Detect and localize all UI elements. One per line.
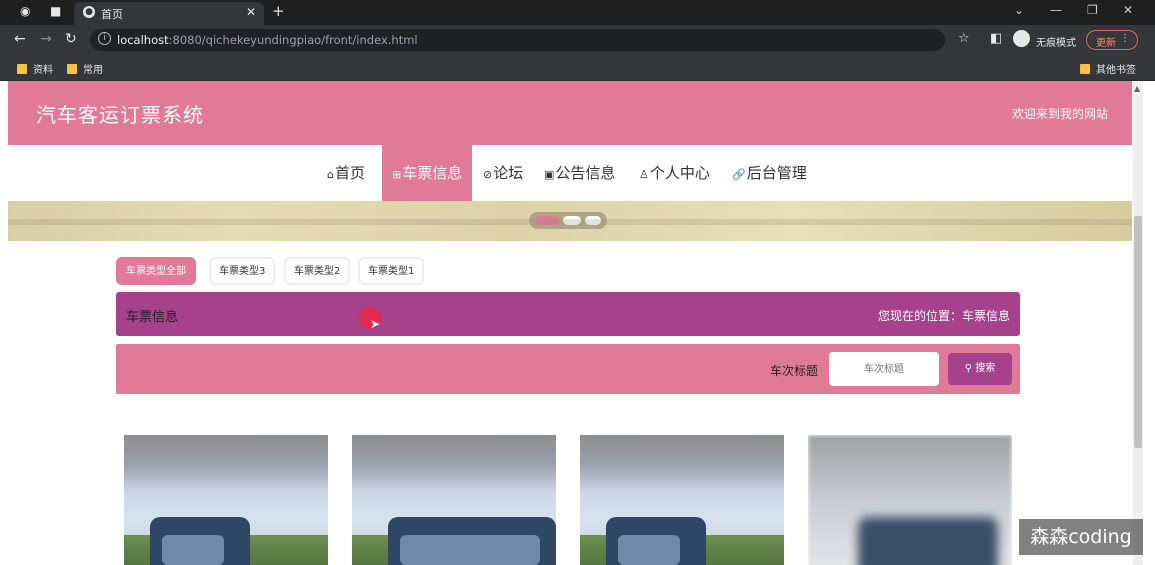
breadcrumb-location: 您现在的位置：车票信息	[877, 309, 1010, 323]
new-tab-icon[interactable]: +	[272, 2, 285, 20]
nav-profile[interactable]: ♙个人中心	[639, 145, 710, 201]
carousel-indicators	[529, 212, 607, 229]
mouse-pointer-icon: ➤	[370, 317, 381, 331]
tab-close-icon[interactable]: ✕	[246, 5, 256, 19]
carousel-dot-2[interactable]	[563, 216, 581, 225]
site-info-icon[interactable]: i	[98, 32, 111, 45]
forum-icon: ⊘	[483, 168, 493, 181]
bookmark-star-icon[interactable]: ☆	[958, 31, 970, 46]
update-label: 更新	[1096, 38, 1116, 49]
search-button[interactable]: ⚲ 搜索	[948, 353, 1012, 385]
incognito-icon[interactable]	[1013, 30, 1030, 47]
page-scrollbar[interactable]: ▲	[1133, 81, 1143, 565]
minimize-icon[interactable]: —	[1050, 3, 1062, 17]
search-bar: 车次标题 ⚲ 搜索	[116, 344, 1020, 394]
ticket-icon: ⊞	[392, 168, 402, 181]
scroll-up-icon[interactable]: ▲	[1134, 84, 1140, 93]
browser-tab[interactable]: ● 首页 ✕	[74, 2, 264, 25]
section-title: 车票信息	[126, 310, 179, 325]
user-icon: ♙	[639, 168, 649, 181]
site-title: 汽车客运订票系统	[36, 103, 204, 127]
scrollbar-thumb[interactable]	[1134, 216, 1142, 448]
tab-search-icon[interactable]: ■	[50, 4, 61, 18]
main-nav: ⌂首页 ⊞车票信息 ⊘论坛 ▣公告信息 ♙个人中心 🔗后台管理	[0, 145, 1132, 201]
search-label: 车次标题	[770, 364, 819, 378]
welcome-text: 欢迎来到我的网站	[1011, 107, 1108, 121]
carousel-dot-1[interactable]	[535, 216, 559, 225]
folder-icon	[1080, 64, 1090, 74]
search-input[interactable]	[829, 352, 939, 386]
restore-icon[interactable]: ❐	[1087, 3, 1098, 17]
url-host: localhost	[117, 33, 169, 47]
back-icon[interactable]: ←	[14, 31, 26, 47]
folder-icon	[17, 64, 27, 74]
carousel-dot-3[interactable]	[585, 216, 601, 225]
bookmark-folder-1[interactable]: 资料	[17, 61, 53, 76]
url-path: :8080/qichekeyundingpiao/front/index.htm…	[168, 33, 418, 47]
banner-carousel	[8, 201, 1132, 241]
other-bookmarks[interactable]: 其他书签	[1080, 61, 1136, 76]
bus-windshield	[618, 535, 680, 565]
chrome-icon[interactable]: ◉	[20, 4, 30, 18]
notice-icon: ▣	[544, 168, 555, 181]
forward-icon[interactable]: →	[40, 31, 52, 47]
site-header: 汽车客运订票系统 欢迎来到我的网站	[8, 81, 1132, 145]
search-icon: ⚲	[964, 363, 973, 374]
nav-tickets[interactable]: ⊞车票信息	[382, 145, 473, 201]
filter-all[interactable]: 车票类型全部	[116, 257, 196, 285]
nav-announcements[interactable]: ▣公告信息	[544, 145, 615, 201]
side-panel-icon[interactable]: ◧	[990, 31, 1002, 46]
bus-image	[858, 517, 998, 565]
breadcrumb: 车票信息 您现在的位置：车票信息	[116, 292, 1020, 336]
browser-tab-bar: ◉ ■ ● 首页 ✕ + ⌄ — ❐ ✕	[0, 0, 1155, 25]
bus-windshield	[400, 535, 540, 565]
ticket-card-3[interactable]	[580, 435, 784, 565]
nav-forum[interactable]: ⊘论坛	[483, 145, 523, 201]
menu-dots-icon[interactable]: ⋮	[1120, 33, 1130, 44]
home-icon: ⌂	[327, 168, 334, 181]
video-watermark: 森森coding	[1019, 519, 1143, 555]
nav-home[interactable]: ⌂首页	[327, 145, 365, 201]
window-close-icon[interactable]: ✕	[1123, 3, 1133, 17]
filter-type-2[interactable]: 车票类型2	[284, 257, 351, 285]
bookmarks-bar: 资料 常用 其他书签	[0, 55, 1155, 81]
ticket-card-2[interactable]	[352, 435, 556, 565]
bookmark-folder-2[interactable]: 常用	[67, 61, 103, 76]
tab-list-icon[interactable]: ⌄	[1014, 3, 1024, 17]
nav-admin[interactable]: 🔗后台管理	[732, 145, 807, 201]
tab-favicon-icon: ●	[83, 6, 95, 18]
filter-type-3[interactable]: 车票类型3	[209, 257, 276, 285]
filter-type-1[interactable]: 车票类型1	[358, 257, 425, 285]
tab-title: 首页	[101, 8, 123, 21]
url-field[interactable]: i localhost:8080/qichekeyundingpiao/fron…	[90, 29, 945, 51]
page-viewport: 汽车客运订票系统 欢迎来到我的网站 ⌂首页 ⊞车票信息 ⊘论坛 ▣公告信息 ♙个…	[0, 81, 1155, 565]
update-button[interactable]: 更新 ⋮	[1086, 30, 1138, 50]
folder-icon	[67, 64, 77, 74]
ticket-card-4[interactable]	[808, 435, 1012, 565]
reload-icon[interactable]: ↻	[65, 31, 77, 47]
ticket-card-1[interactable]	[124, 435, 328, 565]
address-bar: ← → ↻ i localhost:8080/qichekeyundingpia…	[0, 25, 1155, 55]
incognito-label: 无痕模式	[1036, 38, 1076, 49]
bus-windshield	[162, 535, 224, 565]
link-icon: 🔗	[732, 168, 746, 181]
